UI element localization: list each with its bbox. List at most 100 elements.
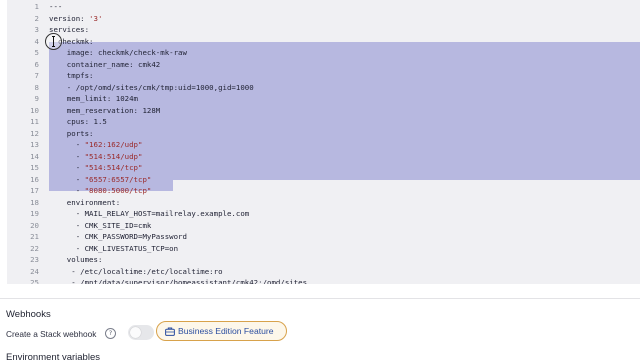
line-number: 22 bbox=[30, 243, 39, 253]
line-number: 4 bbox=[34, 36, 39, 46]
code-line: 21 - CMK_PASSWORD=MyPassword bbox=[7, 231, 640, 243]
business-edition-label: Business Edition Feature bbox=[178, 326, 274, 336]
code-line: 18 environment: bbox=[7, 197, 640, 209]
line-number: 11 bbox=[30, 117, 39, 126]
code-line: 14 - "514:514/udp" bbox=[7, 151, 640, 163]
code-token: cmk42 bbox=[138, 59, 161, 69]
code-token: - CMK_PASSWORD=MyPassword bbox=[49, 232, 187, 241]
line-text: version: '3' bbox=[49, 13, 102, 25]
line-number: 2 bbox=[34, 13, 39, 23]
text-cursor-icon bbox=[52, 36, 55, 47]
code-token: - bbox=[49, 140, 85, 149]
code-line: 22 - CMK_LIVESTATUS_TCP=on bbox=[7, 243, 640, 255]
environment-variables-heading: Environment variables bbox=[6, 352, 100, 363]
code-token: checkmk/check-mk-raw bbox=[97, 48, 187, 57]
line-text: ports: bbox=[49, 128, 94, 140]
line-number: 13 bbox=[30, 140, 39, 149]
webhook-toggle[interactable] bbox=[128, 325, 154, 340]
code-token: 1024m bbox=[115, 94, 138, 103]
code-token: ports: bbox=[49, 128, 94, 138]
code-token: - CMK_SITE_ID=cmk bbox=[49, 220, 152, 230]
line-number: 7 bbox=[34, 71, 39, 80]
code-token: - bbox=[49, 163, 85, 172]
line-text: container_name: cmk42 bbox=[49, 59, 160, 71]
code-token: "514:514/tcp" bbox=[84, 163, 143, 172]
code-token: - /opt/omd/sites/cmk/tmp:uid=1000,gid=10… bbox=[49, 82, 254, 92]
line-number: 23 bbox=[30, 255, 39, 264]
code-token: cpus: bbox=[49, 117, 94, 126]
section-divider bbox=[0, 298, 640, 299]
line-text: mem_reservation: 128M bbox=[49, 105, 160, 117]
code-line: 3 services: bbox=[7, 24, 640, 36]
line-number: 17 bbox=[30, 186, 39, 195]
line-text: - CMK_LIVESTATUS_TCP=on bbox=[49, 243, 178, 255]
code-token: "162:162/udp" bbox=[84, 140, 143, 149]
code-token: - bbox=[49, 186, 85, 195]
code-line: 4 checkmk: bbox=[7, 36, 640, 48]
line-number: 1 bbox=[34, 2, 39, 11]
line-number: 8 bbox=[34, 82, 39, 92]
code-line: 17 - "8080:5000/tcp" bbox=[7, 185, 640, 197]
code-line: 7 tmpfs: bbox=[7, 70, 640, 82]
line-number: 25 bbox=[30, 278, 39, 284]
line-text: tmpfs: bbox=[49, 70, 94, 82]
line-number: 21 bbox=[30, 232, 39, 241]
code-token: container_name: bbox=[49, 59, 138, 69]
code-line: 12 ports: bbox=[7, 128, 640, 140]
line-number: 5 bbox=[34, 48, 39, 57]
business-edition-badge[interactable]: Business Edition Feature bbox=[156, 321, 287, 341]
code-line: 8 - /opt/omd/sites/cmk/tmp:uid=1000,gid=… bbox=[7, 82, 640, 94]
code-line: 9 mem_limit: 1024m bbox=[7, 93, 640, 105]
code-line: 1 --- bbox=[7, 1, 640, 13]
line-text: --- bbox=[49, 1, 62, 13]
code-editor[interactable]: 1 --- 2 version: '3' 3 services: 4 checkmk: 5 i… bbox=[7, 0, 640, 284]
code-token: 1.5 bbox=[93, 117, 107, 126]
line-number: 12 bbox=[30, 128, 39, 138]
briefcase-icon bbox=[165, 327, 175, 336]
line-number: 10 bbox=[30, 105, 39, 115]
code-token: --- bbox=[49, 2, 63, 11]
code-token: "8080:5000/tcp" bbox=[84, 186, 152, 195]
code-line: 11 cpus: 1.5 bbox=[7, 116, 640, 128]
code-token: mem_reservation: bbox=[49, 105, 143, 115]
code-line: 20 - CMK_SITE_ID=cmk bbox=[7, 220, 640, 232]
line-text: - "514:514/udp" bbox=[49, 151, 143, 163]
webhooks-heading: Webhooks bbox=[6, 309, 51, 320]
code-token: "6557:6557/tcp" bbox=[84, 174, 152, 184]
line-text: volumes: bbox=[49, 254, 103, 266]
help-icon[interactable]: ? bbox=[105, 328, 116, 339]
line-text: - /mnt/data/supervisor/homeassistant/cmk… bbox=[49, 277, 307, 284]
line-text: image: checkmk/check-mk-raw bbox=[49, 47, 187, 59]
line-text: - CMK_SITE_ID=cmk bbox=[49, 220, 152, 232]
code-line: 23 volumes: bbox=[7, 254, 640, 266]
line-text: - "514:514/tcp" bbox=[49, 162, 143, 174]
line-number: 14 bbox=[30, 151, 39, 161]
code-line: 10 mem_reservation: 128M bbox=[7, 105, 640, 117]
code-line: 19 - MAIL_RELAY_HOST=mailrelay.example.c… bbox=[7, 208, 640, 220]
line-text: - "162:162/udp" bbox=[49, 139, 143, 151]
line-number: 9 bbox=[34, 94, 39, 103]
code-token: tmpfs: bbox=[49, 71, 94, 80]
code-token: - CMK_LIVESTATUS_TCP=on bbox=[49, 243, 179, 253]
line-text: environment: bbox=[49, 197, 120, 209]
line-number: 6 bbox=[34, 59, 39, 69]
line-text: - "6557:6557/tcp" bbox=[49, 174, 152, 186]
line-number: 16 bbox=[30, 174, 39, 184]
code-token: mem_limit: bbox=[49, 94, 116, 103]
code-line: 5 image: checkmk/check-mk-raw bbox=[7, 47, 640, 59]
code-token: '3' bbox=[89, 13, 103, 23]
code-line: 13 - "162:162/udp" bbox=[7, 139, 640, 151]
code-line: 16 - "6557:6557/tcp" bbox=[7, 174, 640, 186]
code-token: "514:514/udp" bbox=[84, 151, 143, 161]
line-number: 15 bbox=[30, 163, 39, 172]
line-text: - CMK_PASSWORD=MyPassword bbox=[49, 231, 187, 243]
code-token: environment: bbox=[49, 197, 121, 207]
line-text: - /opt/omd/sites/cmk/tmp:uid=1000,gid=10… bbox=[49, 82, 254, 94]
toggle-knob bbox=[130, 327, 141, 338]
line-number: 18 bbox=[30, 197, 39, 207]
line-text: - /etc/localtime:/etc/localtime:ro bbox=[49, 266, 222, 278]
line-text: - "8080:5000/tcp" bbox=[49, 185, 152, 197]
line-number: 3 bbox=[34, 25, 39, 34]
code-token: volumes: bbox=[49, 255, 103, 264]
line-text: cpus: 1.5 bbox=[49, 116, 107, 128]
